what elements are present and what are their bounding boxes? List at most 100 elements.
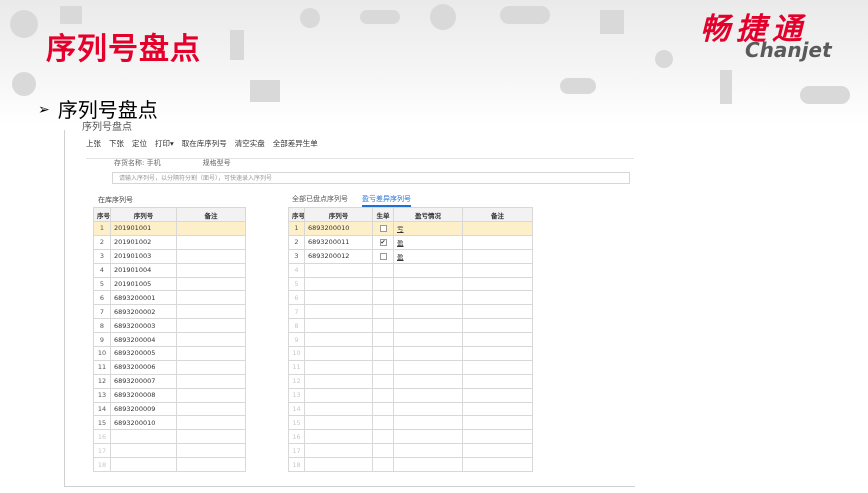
remark-cell[interactable] — [176, 415, 246, 431]
status-link[interactable]: 亏 — [397, 225, 404, 233]
remark-cell[interactable] — [462, 429, 533, 445]
table-row[interactable]: 3 201901003 — [93, 248, 246, 264]
remark-cell[interactable] — [462, 221, 533, 236]
remark-cell[interactable] — [462, 415, 533, 431]
column-header[interactable]: 备注 — [462, 207, 533, 222]
remark-cell[interactable] — [462, 443, 533, 459]
remark-cell[interactable] — [462, 387, 533, 403]
table-row[interactable]: 11 — [288, 359, 533, 375]
table-row[interactable]: 12 — [288, 373, 533, 389]
remark-cell[interactable] — [176, 373, 246, 389]
remark-cell[interactable] — [462, 346, 533, 361]
remark-cell[interactable] — [462, 304, 533, 320]
remark-cell[interactable] — [462, 332, 533, 348]
remark-cell[interactable] — [462, 359, 533, 375]
remark-cell[interactable] — [462, 318, 533, 334]
table-row[interactable]: 3 6893200012 盈 — [288, 248, 533, 264]
table-row[interactable]: 9 6893200004 — [93, 332, 246, 348]
generate-checkbox[interactable] — [379, 252, 387, 260]
table-row[interactable]: 13 — [288, 387, 533, 403]
remark-cell[interactable] — [176, 401, 246, 417]
remark-cell[interactable] — [176, 443, 246, 459]
table-row[interactable]: 5 — [288, 276, 533, 292]
table-row[interactable]: 16 — [93, 429, 246, 445]
tab-all-counted[interactable]: 全部已盘点序列号 — [292, 194, 348, 207]
remark-cell[interactable] — [176, 429, 246, 445]
status-link[interactable]: 盈 — [397, 239, 404, 247]
remark-cell[interactable] — [176, 234, 246, 250]
table-row[interactable]: 17 — [288, 443, 533, 459]
table-row[interactable]: 9 — [288, 332, 533, 348]
table-row[interactable]: 8 — [288, 318, 533, 334]
remark-cell[interactable] — [176, 276, 246, 292]
serial-cell: 6893200001 — [110, 290, 177, 306]
prev-button[interactable]: 上张 — [86, 138, 101, 154]
serial-cell: 6893200004 — [110, 332, 177, 348]
clear-actual-button[interactable]: 清空实盘 — [235, 138, 265, 154]
table-row[interactable]: 4 201901004 — [93, 262, 246, 278]
table-row[interactable]: 2 6893200011 ✔ 盈 — [288, 234, 533, 250]
remark-cell[interactable] — [176, 346, 246, 361]
table-row[interactable]: 1 6893200010 亏 — [288, 221, 533, 236]
table-row[interactable]: 13 6893200008 — [93, 387, 246, 403]
generate-cell — [372, 401, 394, 417]
remark-cell[interactable] — [462, 401, 533, 417]
tab-diff-serials[interactable]: 盈亏差异序列号 — [362, 194, 411, 207]
remark-cell[interactable] — [176, 290, 246, 306]
table-row[interactable]: 17 — [93, 443, 246, 459]
table-row[interactable]: 7 — [288, 304, 533, 320]
table-row[interactable]: 15 6893200010 — [93, 415, 246, 431]
table-row[interactable]: 4 — [288, 262, 533, 278]
print-dropdown[interactable]: 打印▾ — [155, 138, 174, 154]
remark-cell[interactable] — [462, 262, 533, 278]
remark-cell[interactable] — [176, 457, 246, 473]
table-row[interactable]: 7 6893200002 — [93, 304, 246, 320]
column-header[interactable]: 序号 — [288, 207, 305, 222]
table-row[interactable]: 10 6893200005 — [93, 346, 246, 361]
table-row[interactable]: 15 — [288, 415, 533, 431]
locate-button[interactable]: 定位 — [132, 138, 147, 154]
remark-cell[interactable] — [176, 248, 246, 264]
generate-checkbox[interactable] — [379, 224, 387, 232]
remark-cell[interactable] — [176, 318, 246, 334]
generate-diff-button[interactable]: 全部差异生单 — [273, 138, 318, 154]
remark-cell[interactable] — [176, 332, 246, 348]
table-row[interactable]: 6 — [288, 290, 533, 306]
remark-cell[interactable] — [176, 304, 246, 320]
remark-cell[interactable] — [176, 262, 246, 278]
remark-cell[interactable] — [176, 221, 246, 236]
column-header[interactable]: 序号 — [93, 207, 111, 222]
remark-cell[interactable] — [462, 234, 533, 250]
table-row[interactable]: 5 201901005 — [93, 276, 246, 292]
table-row[interactable]: 14 6893200009 — [93, 401, 246, 417]
remark-cell[interactable] — [462, 373, 533, 389]
table-row[interactable]: 14 — [288, 401, 533, 417]
serial-scan-input[interactable]: 请输入序列号，以分隔符分割（面号），可快速录入序列号 — [112, 172, 630, 184]
table-row[interactable]: 6 6893200001 — [93, 290, 246, 306]
table-row[interactable]: 16 — [288, 429, 533, 445]
table-row[interactable]: 11 6893200006 — [93, 359, 246, 375]
column-header[interactable]: 盈亏情况 — [393, 207, 463, 222]
row-number: 18 — [93, 457, 111, 473]
fetch-serial-button[interactable]: 取在库序列号 — [182, 138, 227, 154]
remark-cell[interactable] — [176, 387, 246, 403]
remark-cell[interactable] — [462, 276, 533, 292]
remark-cell[interactable] — [462, 457, 533, 473]
column-header[interactable]: 生单 — [372, 207, 394, 222]
table-row[interactable]: 2 201901002 — [93, 234, 246, 250]
table-row[interactable]: 1 201901001 — [93, 221, 246, 236]
status-link[interactable]: 盈 — [397, 253, 404, 261]
remark-cell[interactable] — [176, 359, 246, 375]
column-header[interactable]: 序列号 — [304, 207, 373, 222]
table-row[interactable]: 10 — [288, 346, 533, 361]
remark-cell[interactable] — [462, 248, 533, 264]
column-header[interactable]: 序列号 — [110, 207, 177, 222]
column-header[interactable]: 备注 — [176, 207, 246, 222]
table-row[interactable]: 8 6893200003 — [93, 318, 246, 334]
generate-checkbox[interactable]: ✔ — [379, 238, 387, 246]
table-row[interactable]: 18 — [288, 457, 533, 473]
next-button[interactable]: 下张 — [109, 138, 124, 154]
table-row[interactable]: 12 6893200007 — [93, 373, 246, 389]
remark-cell[interactable] — [462, 290, 533, 306]
table-row[interactable]: 18 — [93, 457, 246, 473]
